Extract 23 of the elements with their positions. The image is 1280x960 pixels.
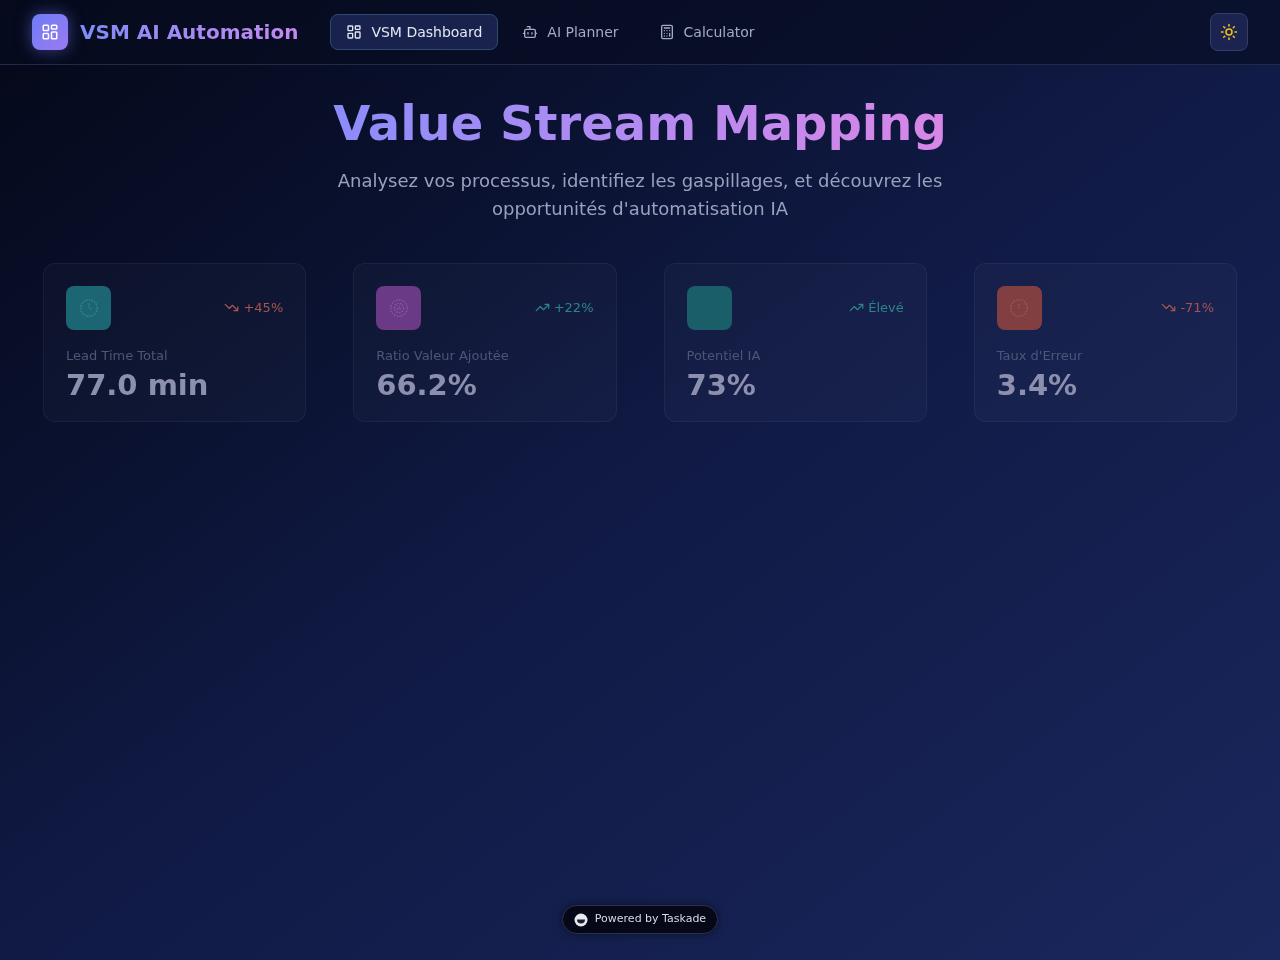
nav-tab[interactable]: Calculator bbox=[642, 14, 771, 50]
dashboard-icon bbox=[346, 24, 363, 40]
page-subtitle: Analysez vos processus, identifiez les gaspillages, et découvrez les opportunités d'automatisation IA bbox=[336, 168, 944, 221]
metric-value: 66.2% bbox=[376, 366, 478, 403]
metric-value: 77.0 min bbox=[66, 366, 210, 403]
metric-value: 73% bbox=[686, 366, 757, 403]
powered-by-badge[interactable]: Powered by Taskade bbox=[561, 905, 719, 934]
metric-label: Lead Time Total bbox=[66, 346, 169, 365]
robot-icon bbox=[522, 24, 539, 40]
nav-tab[interactable]: VSM Dashboard bbox=[330, 14, 499, 50]
logo-icon bbox=[32, 14, 68, 50]
theme-toggle-button[interactable] bbox=[1210, 13, 1248, 51]
calculator-icon bbox=[658, 24, 675, 40]
trend-value: -71% bbox=[1180, 298, 1214, 317]
trend-value: Élevé bbox=[868, 298, 904, 317]
taskade-logo-icon bbox=[573, 912, 588, 927]
sun-icon bbox=[1220, 23, 1238, 41]
trend-value: +45% bbox=[243, 298, 284, 317]
nav-tab[interactable]: AI Planner bbox=[506, 14, 635, 50]
metric-value: 3.4% bbox=[996, 366, 1079, 403]
metric-label: Ratio Valeur Ajoutée bbox=[376, 346, 510, 365]
metric-label: Potentiel IA bbox=[686, 346, 762, 365]
trend-value: +22% bbox=[553, 298, 594, 317]
